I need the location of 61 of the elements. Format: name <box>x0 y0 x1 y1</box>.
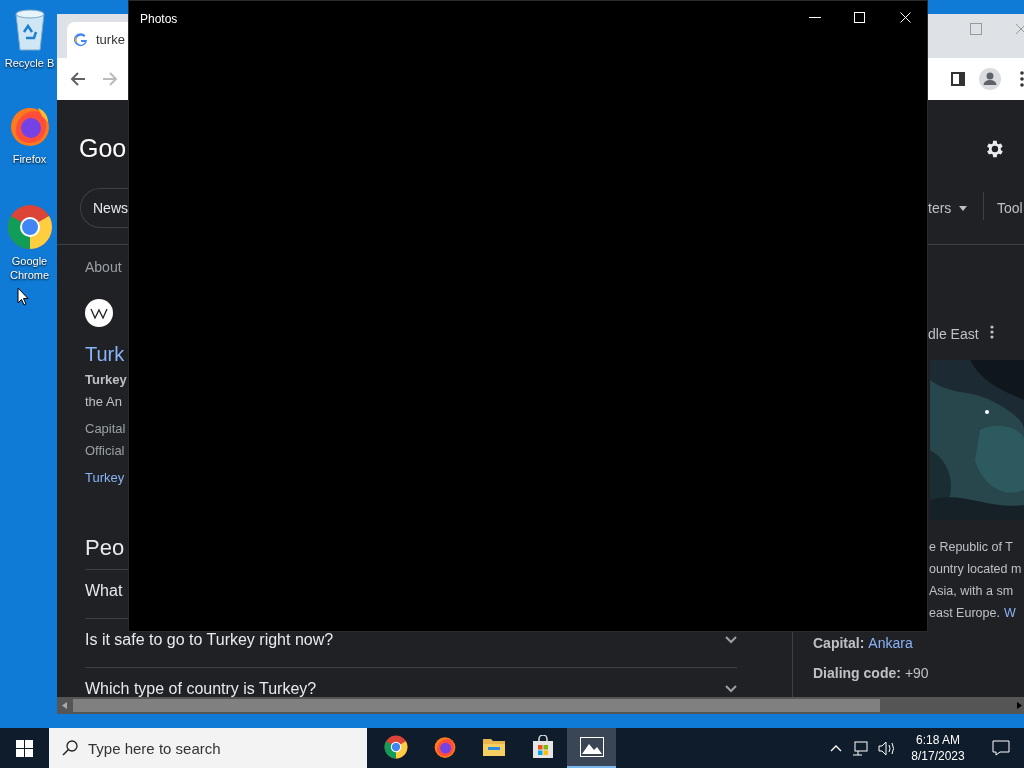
clock-date[interactable]: 8/17/2023 <box>911 748 965 764</box>
panel-description: Asia, with a sm <box>929 583 1014 600</box>
browser-tab[interactable]: turke <box>67 22 128 58</box>
firefox-icon <box>432 735 457 759</box>
search-tools-button[interactable]: ters <box>928 198 968 219</box>
fact-value[interactable]: Ankara <box>868 633 913 654</box>
fact-value: +90 <box>904 664 929 683</box>
scrollbar-thumb[interactable] <box>73 699 880 712</box>
search-icon <box>62 740 78 756</box>
section-heading: Peo <box>85 534 125 562</box>
desktop-icon-label[interactable]: Firefox <box>12 152 47 166</box>
more-options-icon[interactable] <box>990 325 994 339</box>
photos-icon <box>579 737 604 757</box>
network-icon[interactable] <box>852 740 868 756</box>
result-fact: Official <box>85 442 125 460</box>
google-g-icon <box>74 33 88 47</box>
scroll-left-icon <box>62 702 67 709</box>
window-title: Photos <box>140 11 178 28</box>
taskbar-app-button[interactable] <box>567 728 616 768</box>
folder-icon <box>481 736 506 758</box>
minimize-icon[interactable] <box>809 17 821 19</box>
question-text[interactable]: Is it safe to go to Turkey right now? <box>85 632 334 648</box>
back-arrow-icon[interactable] <box>70 71 86 87</box>
clock-time[interactable]: 6:18 AM <box>916 732 960 748</box>
panel-description: e Republic of T <box>929 539 1013 556</box>
wikipedia-icon <box>85 299 113 327</box>
tools-button[interactable]: Tool <box>997 198 1023 219</box>
question-text[interactable]: What <box>85 583 123 599</box>
panel-description: east Europe. <box>929 605 1000 622</box>
desktop-icon-label[interactable]: Google Chrome <box>3 254 56 282</box>
result-title-link[interactable]: Turk <box>85 339 125 369</box>
windows-start-icon[interactable] <box>16 739 33 757</box>
chrome-icon[interactable] <box>6 204 53 250</box>
notification-icon[interactable] <box>992 740 1010 756</box>
fact-label: Capital: <box>813 634 865 653</box>
store-bag-icon <box>530 735 555 759</box>
profile-icon[interactable] <box>979 68 1001 90</box>
chrome-icon <box>383 735 408 759</box>
about-label: About <box>85 258 122 277</box>
fact-label: Dialing code: <box>813 664 901 683</box>
panel-subtitle: dle East <box>928 325 979 344</box>
panel-description: ountry located m <box>929 561 1022 578</box>
result-sublink[interactable]: Turkey <box>85 468 125 488</box>
desktop-icon-label[interactable]: Recycle B <box>4 56 55 70</box>
caret-icon <box>959 206 968 211</box>
side-panel-icon[interactable] <box>951 72 965 86</box>
chevron-up-icon[interactable] <box>830 744 842 752</box>
chevron-down-icon[interactable] <box>725 636 737 644</box>
taskbar-search-field[interactable]: Type here to search <box>49 728 367 768</box>
wikipedia-link[interactable]: W <box>1003 604 1016 623</box>
chevron-down-icon[interactable] <box>725 685 737 693</box>
menu-icon[interactable] <box>1020 71 1024 87</box>
result-snippet: Turkey <box>85 371 127 389</box>
mouse-pointer-icon <box>17 287 29 306</box>
result-snippet: the An <box>85 393 122 411</box>
google-logo: Goo <box>79 133 127 164</box>
scroll-right-icon <box>1017 702 1022 709</box>
result-fact: Capital <box>85 420 126 438</box>
question-text[interactable]: Which type of country is Turkey? <box>85 681 317 697</box>
volume-icon[interactable] <box>878 740 896 756</box>
horizontal-scrollbar[interactable] <box>57 697 1024 714</box>
